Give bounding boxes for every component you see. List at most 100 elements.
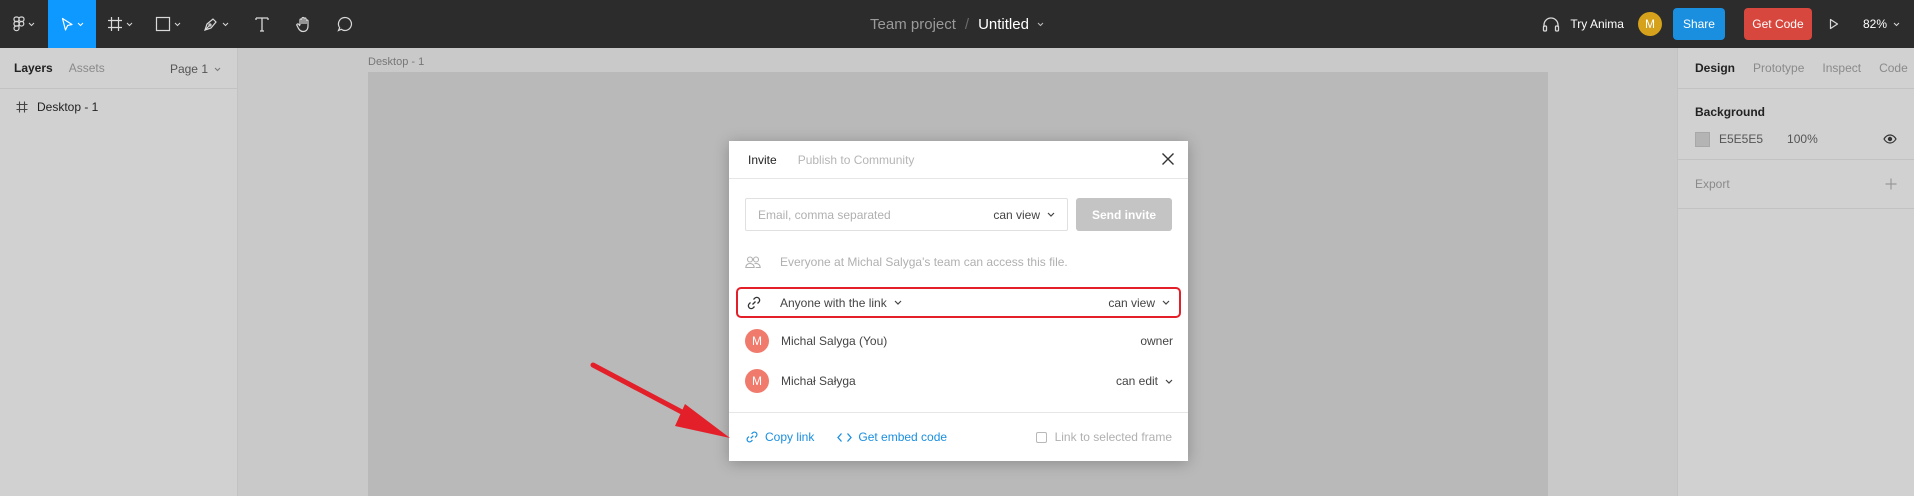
email-field-container: can view [745, 198, 1068, 231]
project-name-link[interactable]: Team project [870, 16, 956, 33]
invite-permission-dropdown[interactable]: can view [993, 199, 1055, 230]
chevron-down-icon [174, 22, 181, 26]
team-icon [745, 256, 761, 268]
top-toolbar: Team project / Untitled Try Anima M Shar… [0, 0, 1914, 48]
person-name: Michał Sałyga [781, 374, 856, 388]
chevron-down-icon [28, 22, 35, 26]
pen-tool-button[interactable] [192, 0, 240, 48]
share-modal: Invite Publish to Community can view Sen… [729, 141, 1188, 461]
tab-inspect[interactable]: Inspect [1822, 61, 1861, 75]
try-anima-label: Try Anima [1570, 17, 1624, 31]
embed-code-button[interactable]: Get embed code [837, 430, 947, 444]
hand-icon [296, 16, 309, 32]
headphones-icon [1543, 17, 1560, 32]
checkbox[interactable] [1035, 431, 1047, 443]
link-access-dropdown[interactable]: Anyone with the link [780, 296, 902, 310]
comment-icon [337, 16, 353, 32]
tab-invite[interactable]: Invite [748, 153, 777, 167]
try-anima-button[interactable]: Try Anima [1542, 16, 1624, 32]
move-tool-button[interactable] [48, 0, 96, 48]
layer-name: Desktop - 1 [37, 100, 99, 114]
frame-icon [108, 17, 122, 31]
background-opacity[interactable]: 100% [1787, 132, 1818, 146]
export-section: Export [1678, 160, 1914, 209]
frame-icon [16, 101, 28, 113]
avatar[interactable]: M [1637, 12, 1662, 36]
text-icon [255, 17, 269, 32]
link-permission-value: can view [1108, 295, 1155, 310]
link-access-value: Anyone with the link [780, 295, 887, 310]
get-code-button[interactable]: Get Code [1743, 8, 1812, 40]
export-label: Export [1695, 177, 1730, 191]
person-name: Michal Salyga (You) [781, 334, 888, 348]
tab-layers[interactable]: Layers [14, 61, 53, 75]
chevron-down-icon [77, 22, 83, 26]
code-icon [837, 432, 853, 442]
zoom-dropdown[interactable]: 82% [1863, 17, 1900, 31]
chevron-down-icon [1165, 379, 1173, 384]
annotation-arrow-icon [590, 362, 730, 438]
file-name[interactable]: Untitled [978, 16, 1029, 33]
main-menu-button[interactable] [0, 0, 48, 48]
background-heading: Background [1695, 105, 1766, 119]
tab-prototype[interactable]: Prototype [1753, 61, 1804, 75]
link-access-row: Anyone with the link can view [736, 287, 1181, 318]
hand-tool-button[interactable] [284, 0, 324, 48]
team-access-row: Everyone at Michal Salyga's team can acc… [745, 252, 1068, 272]
send-invite-button[interactable]: Send invite [1076, 198, 1172, 231]
chevron-down-icon [214, 67, 221, 71]
comment-tool-button[interactable] [324, 0, 366, 48]
link-permission-dropdown[interactable]: can view [1108, 296, 1170, 310]
tab-publish-to-community[interactable]: Publish to Community [798, 153, 915, 167]
avatar: M [745, 369, 769, 393]
frame-label[interactable]: Desktop - 1 [368, 56, 424, 68]
text-tool-button[interactable] [240, 0, 284, 48]
chevron-down-icon [894, 300, 902, 305]
link-icon [747, 296, 761, 309]
color-swatch[interactable] [1695, 131, 1710, 147]
pen-icon [204, 18, 217, 31]
invite-permission-value: can view [993, 207, 1040, 222]
plus-icon[interactable] [1885, 178, 1897, 190]
toolbar-right: Try Anima M Share Get Code 82% [1542, 0, 1914, 48]
avatar: M [745, 329, 769, 353]
chevron-down-icon [1162, 300, 1170, 305]
share-button[interactable]: Share [1672, 8, 1725, 40]
background-hex[interactable]: E5E5E5 [1719, 132, 1763, 146]
tab-assets[interactable]: Assets [69, 61, 105, 75]
email-field[interactable] [746, 207, 966, 222]
person-role: can edit [1115, 374, 1158, 388]
chevron-down-icon [1047, 212, 1055, 217]
frame-tool-button[interactable] [96, 0, 144, 48]
layer-item[interactable]: Desktop - 1 [0, 95, 237, 119]
person-role: owner [1140, 334, 1173, 348]
eye-icon[interactable] [1883, 134, 1897, 144]
figma-logo-icon [13, 16, 25, 32]
close-icon[interactable] [1161, 152, 1175, 166]
copy-link-button[interactable]: Copy link [745, 430, 814, 444]
divider [0, 88, 237, 89]
page-selector[interactable]: Page 1 [170, 62, 221, 76]
copy-link-label: Copy link [765, 430, 815, 444]
chevron-down-icon[interactable] [1037, 22, 1044, 27]
chevron-down-icon [126, 22, 133, 26]
person-role-dropdown[interactable]: can edit [1116, 374, 1173, 388]
person-row-owner: M Michal Salyga (You) owner [745, 329, 1173, 353]
invite-row: can view Send invite [745, 198, 1173, 231]
embed-code-label: Get embed code [858, 430, 948, 444]
play-icon[interactable] [1829, 18, 1839, 30]
breadcrumb-separator: / [964, 15, 970, 33]
tab-design[interactable]: Design [1695, 61, 1735, 75]
person-row-editor: M Michał Sałyga can edit [745, 369, 1173, 393]
shape-tool-button[interactable] [144, 0, 192, 48]
chevron-down-icon [222, 22, 229, 26]
right-panel-tabs: Design Prototype Inspect Code [1678, 48, 1914, 88]
modal-header: Invite Publish to Community [729, 141, 1188, 179]
zoom-value: 82% [1862, 17, 1887, 31]
tool-group [0, 0, 366, 48]
link-to-frame-label: Link to selected frame [1054, 430, 1172, 444]
team-access-text: Everyone at Michal Salyga's team can acc… [780, 255, 1068, 269]
link-to-frame-checkbox[interactable]: Link to selected frame [1035, 430, 1172, 444]
tab-code[interactable]: Code [1879, 61, 1908, 75]
background-fill-row: E5E5E5 100% [1695, 119, 1897, 159]
